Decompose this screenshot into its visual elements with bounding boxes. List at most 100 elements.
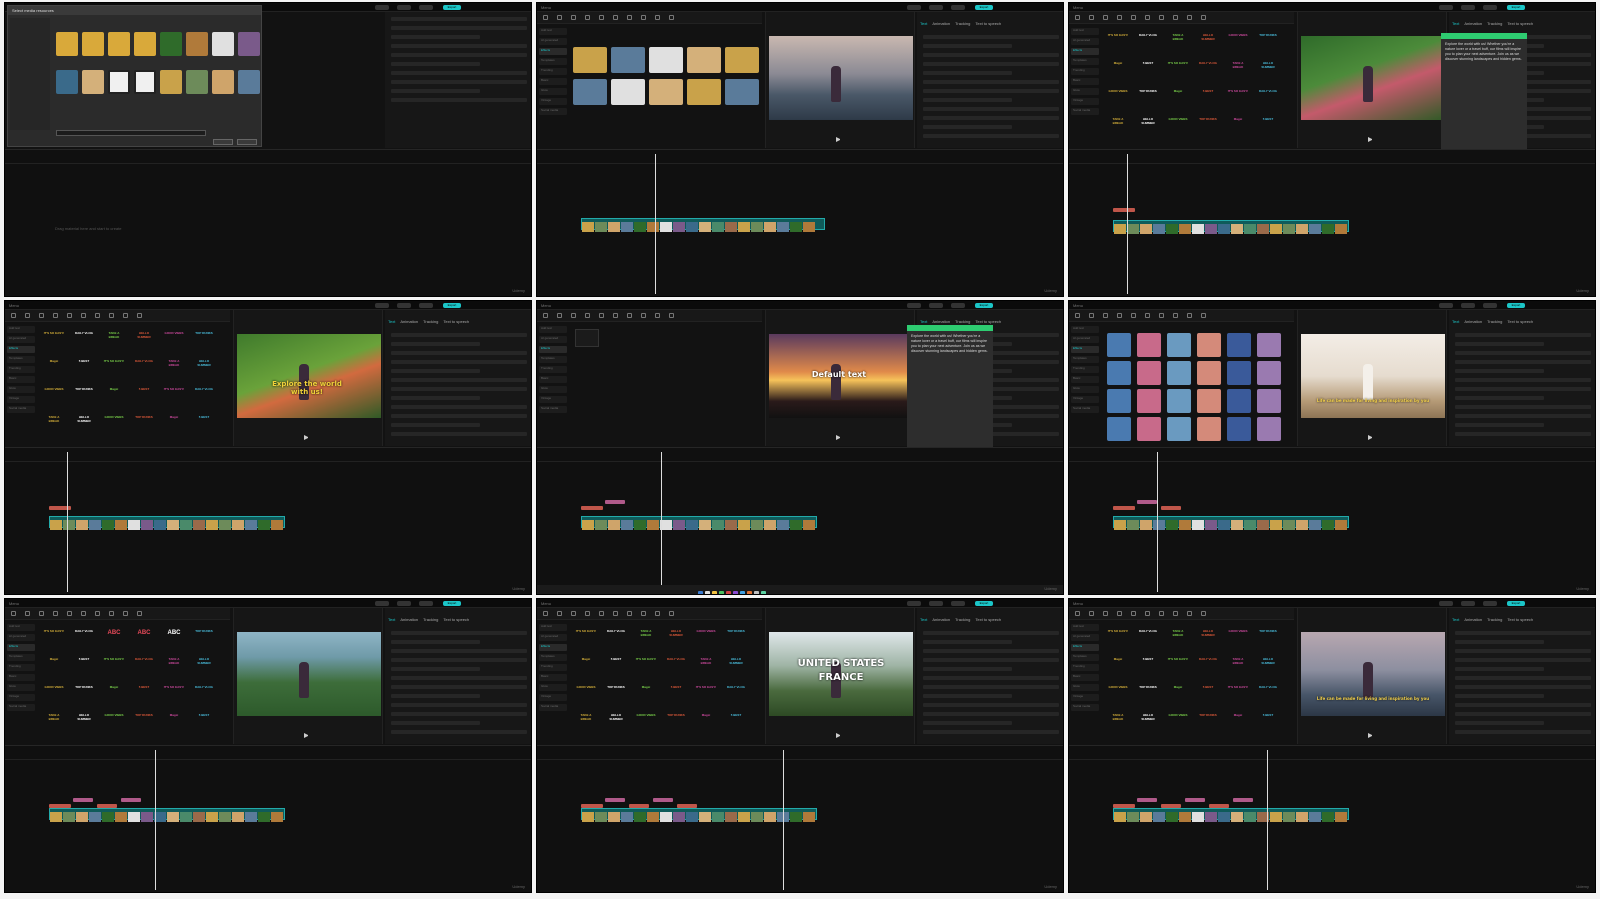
export-button[interactable]: Export [975, 303, 993, 308]
toolbar-icon[interactable] [655, 15, 660, 20]
text-template[interactable]: HELLO SUMMER [1137, 713, 1159, 729]
taskbar-icon[interactable] [719, 591, 724, 594]
tab-text[interactable]: Text [920, 319, 927, 324]
topbar-button[interactable] [1461, 5, 1475, 10]
template-thumbnail[interactable] [1257, 417, 1281, 441]
toolbar-icon[interactable] [627, 15, 632, 20]
template-thumbnail[interactable] [1167, 389, 1191, 413]
toolbar-icon[interactable] [1089, 611, 1094, 616]
topbar-button[interactable] [419, 303, 433, 308]
sidebar-item[interactable]: Glow [7, 386, 35, 393]
play-button[interactable] [1368, 137, 1373, 142]
text-template[interactable]: TOP DUNKS [1137, 89, 1159, 105]
tab-tracking[interactable]: Tracking [423, 617, 438, 622]
sidebar-item[interactable]: Social media [1071, 406, 1099, 413]
text-template[interactable]: HELLO SUMMER [193, 657, 215, 673]
text-template[interactable]: IT'S SO EASY! [163, 685, 185, 701]
text-template[interactable]: GOOD VIBES [43, 387, 65, 403]
text-template[interactable]: 5 BEST [1197, 685, 1219, 701]
file-thumbnail[interactable] [238, 32, 260, 56]
caption-text[interactable]: Life can be made for living and inspirat… [1311, 696, 1435, 701]
template-thumbnail[interactable] [1137, 361, 1161, 385]
toolbar-icon[interactable] [655, 313, 660, 318]
text-template[interactable]: TAKE A BREAK [1227, 657, 1249, 673]
taskbar-icon[interactable] [747, 591, 752, 594]
toolbar-icon[interactable] [1159, 313, 1164, 318]
sidebar-item[interactable]: Trending [539, 664, 567, 671]
media-thumbnail[interactable] [725, 79, 759, 105]
toolbar-icon[interactable] [1131, 313, 1136, 318]
topbar-button[interactable] [1483, 303, 1497, 308]
toolbar-icon[interactable] [1173, 313, 1178, 318]
topbar-button[interactable] [929, 5, 943, 10]
template-thumbnail[interactable] [1107, 333, 1131, 357]
toolbar-icon[interactable] [1145, 313, 1150, 318]
text-template[interactable]: IT'S SO EASY! [695, 685, 717, 701]
export-button[interactable]: Export [1507, 601, 1525, 606]
sidebar-item[interactable]: Trending [7, 366, 35, 373]
sidebar-item[interactable]: Effects [539, 644, 567, 651]
tab-text-to-speech[interactable]: Text to speech [443, 319, 469, 324]
text-clip[interactable] [121, 798, 141, 802]
overlay-text[interactable]: Explore the world with us! [267, 380, 347, 396]
text-template[interactable]: Magic [1107, 61, 1129, 77]
menu-label[interactable]: Menu [1073, 601, 1083, 606]
topbar-button[interactable] [375, 5, 389, 10]
export-button[interactable]: Export [1507, 5, 1525, 10]
sidebar-item[interactable]: Add text [1071, 28, 1099, 35]
sidebar-item[interactable]: Social media [539, 406, 567, 413]
sidebar-item[interactable]: Glow [539, 684, 567, 691]
text-clip[interactable] [1137, 798, 1157, 802]
toolbar-icon[interactable] [1089, 313, 1094, 318]
tab-tracking[interactable]: Tracking [1487, 21, 1502, 26]
play-button[interactable] [836, 137, 841, 142]
media-thumbnail[interactable] [611, 79, 645, 105]
sidebar-item[interactable]: Basic [539, 376, 567, 383]
text-template[interactable]: HELLO SUMMER [1257, 657, 1279, 673]
tab-text-to-speech[interactable]: Text to speech [1507, 617, 1533, 622]
main-video-track[interactable] [1113, 516, 1349, 530]
play-button[interactable] [836, 435, 841, 440]
text-template[interactable]: TAKE A BREAK [635, 629, 657, 645]
sidebar-item[interactable]: Basic [1071, 376, 1099, 383]
text-template[interactable]: TOP DUNKS [665, 713, 687, 729]
text-template[interactable]: GOOD VIBES [103, 713, 125, 729]
template-thumbnail[interactable] [1107, 389, 1131, 413]
sidebar-item[interactable]: Glow [1071, 88, 1099, 95]
text-template[interactable]: GOOD VIBES [695, 629, 717, 645]
text-template[interactable]: Magic [43, 657, 65, 673]
template-thumbnail[interactable] [1257, 389, 1281, 413]
text-template[interactable]: TAKE A BREAK [1167, 33, 1189, 49]
text-template[interactable]: 5 BEST [193, 713, 215, 729]
text-template[interactable]: 5 BEST [73, 359, 95, 375]
template-thumbnail[interactable] [1227, 389, 1251, 413]
toolbar-icon[interactable] [1159, 15, 1164, 20]
topbar-button[interactable] [397, 303, 411, 308]
file-thumbnail[interactable] [56, 32, 78, 56]
toolbar-icon[interactable] [1145, 611, 1150, 616]
template-thumbnail[interactable] [1137, 389, 1161, 413]
text-template[interactable]: DAILY VLOG [73, 629, 95, 645]
text-template[interactable]: Magic [1167, 685, 1189, 701]
file-thumbnail[interactable] [108, 70, 130, 94]
tab-animation[interactable]: Animation [1464, 617, 1482, 622]
text-template[interactable]: GOOD VIBES [575, 685, 597, 701]
menu-label[interactable]: Menu [9, 303, 19, 308]
text-clip[interactable] [1137, 500, 1157, 504]
sidebar-item[interactable]: Vintage [539, 98, 567, 105]
tab-text-to-speech[interactable]: Text to speech [975, 319, 1001, 324]
text-template[interactable]: TOP DUNKS [133, 415, 155, 431]
toolbar-icon[interactable] [669, 313, 674, 318]
sidebar-item[interactable]: Add text [539, 624, 567, 631]
toolbar-icon[interactable] [1173, 611, 1178, 616]
toolbar-icon[interactable] [571, 15, 576, 20]
sidebar-item[interactable]: Add text [7, 326, 35, 333]
sidebar-item[interactable]: Add text [1071, 624, 1099, 631]
text-template[interactable]: TOP DUNKS [1197, 117, 1219, 133]
text-template[interactable]: HELLO SUMMER [193, 359, 215, 375]
toolbar-icon[interactable] [1103, 611, 1108, 616]
template-thumbnail[interactable] [1257, 333, 1281, 357]
sidebar-item[interactable]: Effects [1071, 48, 1099, 55]
toolbar-icon[interactable] [585, 313, 590, 318]
media-thumbnail[interactable] [687, 79, 721, 105]
